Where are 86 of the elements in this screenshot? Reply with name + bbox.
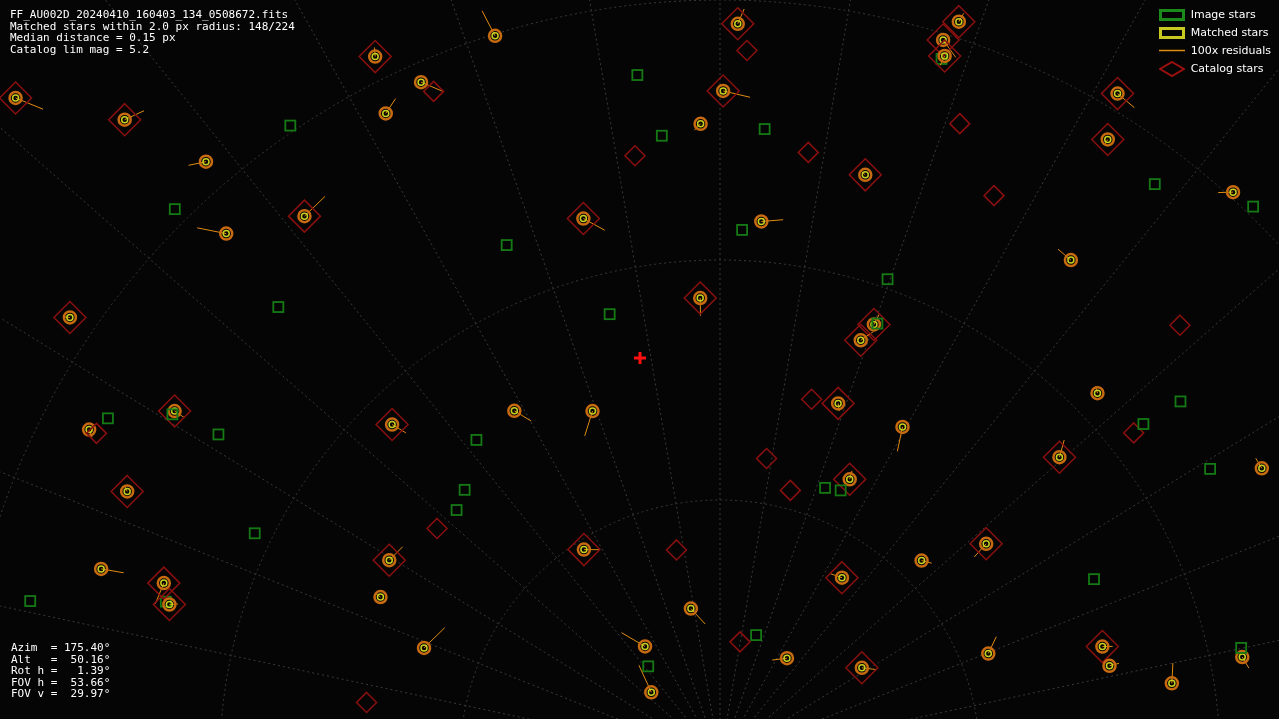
matched-star-marker: [941, 4, 976, 39]
legend-label: Matched stars: [1190, 26, 1269, 39]
matched-star-marker: [1254, 457, 1270, 476]
matched-star-marker: [926, 22, 961, 58]
header-text: FF_AU002D_20240410_160403_134_0508672.fits: [10, 9, 290, 21]
matched-star-marker: [1100, 76, 1135, 111]
matched-star-marker: [110, 474, 145, 509]
matched-star-marker: [856, 307, 891, 342]
matched-star-marker: [1235, 649, 1250, 669]
catalog-star-diamond: [1168, 314, 1191, 337]
matched-star-marker: [157, 393, 192, 429]
matched-star-marker: [375, 407, 410, 442]
matched-star-marker: [481, 10, 503, 44]
matched-star-marker: [146, 566, 181, 605]
catalog-star-diamond: [797, 141, 820, 164]
matched-star-marker: [0, 80, 44, 116]
pointing-info-text: FOV h = 53.66°: [11, 676, 111, 688]
matched-star-marker: [843, 323, 878, 358]
pointing-info-text: Alt = 50.16°: [11, 653, 111, 665]
matched-star-marker: [287, 195, 326, 234]
matched-star-marker: [754, 214, 784, 229]
matched-star-marker: [821, 386, 856, 421]
catalog-star-diamond: [422, 80, 445, 103]
catalog-star-diamond: [779, 479, 802, 502]
matched-star-marker: [152, 587, 187, 622]
matched-star-marker: [981, 636, 997, 661]
matched-star-marker: [566, 201, 606, 236]
matched-star-marker: [107, 102, 145, 137]
catalog-star-diamond: [728, 630, 752, 653]
matched-star-marker: [771, 651, 795, 666]
matched-star-marker: [507, 403, 532, 422]
legend-label: Catalog stars: [1190, 62, 1264, 75]
catalog-star-diamond: [355, 691, 378, 714]
pointing-info-text: Azim = 175.40°: [11, 642, 111, 654]
diamond-icon: [1158, 60, 1185, 77]
matched-star-marker: [378, 98, 397, 121]
matched-star-marker: [196, 226, 234, 241]
matched-star-marker: [638, 664, 659, 700]
matched-star-marker: [914, 553, 933, 568]
matched-star-marker: [1217, 184, 1241, 200]
matched-star-swatch-icon: [1158, 26, 1185, 39]
matched-star-marker: [844, 650, 879, 685]
image-star-swatch-icon: [1158, 8, 1185, 21]
matched-star-marker: [1090, 122, 1125, 157]
matched-star-marker: [683, 601, 706, 625]
matched-star-marker: [566, 532, 601, 567]
header-text: Catalog lim mag = 5.2: [10, 43, 151, 55]
catalog-star-diamond: [948, 112, 971, 135]
matched-star-marker: [683, 280, 718, 317]
matched-star-marker: [372, 543, 407, 578]
header-text: Matched stars within 2.0 px radius: 148/224: [10, 20, 295, 32]
legend-label: 100x residuals: [1190, 44, 1271, 57]
catalog-star-diamond: [755, 447, 778, 470]
matched-star-marker: [52, 300, 87, 335]
matched-star-marker: [720, 6, 755, 41]
catalog-star-diamond: [800, 388, 823, 411]
header-text: Median distance = 0.15 px: [10, 32, 176, 44]
matched-star-marker: [832, 462, 867, 497]
residual-line-icon: [1158, 49, 1185, 52]
matched-star-marker: [969, 526, 1004, 561]
legend-label: Image stars: [1190, 8, 1256, 21]
matched-star-marker: [824, 560, 860, 595]
center-cross: [632, 350, 648, 366]
catalog-star-diamond: [426, 517, 449, 540]
catalog-star-diamond: [1122, 421, 1145, 444]
pointing-info-text: FOV v = 29.97°: [11, 688, 111, 700]
catalog-star-diamond: [735, 39, 759, 62]
matched-star-marker: [413, 74, 444, 93]
matched-star-marker: [1042, 439, 1077, 475]
matched-star-marker: [416, 627, 446, 656]
matched-star-marker: [584, 403, 600, 437]
pointing-info-text: Rot h = 1.39°: [11, 665, 111, 677]
matched-star-marker: [188, 154, 214, 169]
catalog-star-diamond: [665, 538, 688, 561]
matched-star-marker: [621, 632, 653, 654]
matched-star-marker: [1164, 662, 1180, 691]
matched-star-marker: [706, 73, 751, 108]
catalog-star-diamond: [982, 184, 1006, 207]
matched-star-marker: [1057, 248, 1079, 268]
matched-star-marker: [848, 157, 883, 192]
matched-star-marker: [358, 39, 393, 74]
catalog-star-diamond: [85, 422, 108, 445]
catalog-star-diamond: [623, 144, 646, 167]
matched-star-marker: [895, 419, 910, 452]
matched-star-marker: [93, 561, 125, 577]
matched-star-marker: [927, 38, 962, 74]
